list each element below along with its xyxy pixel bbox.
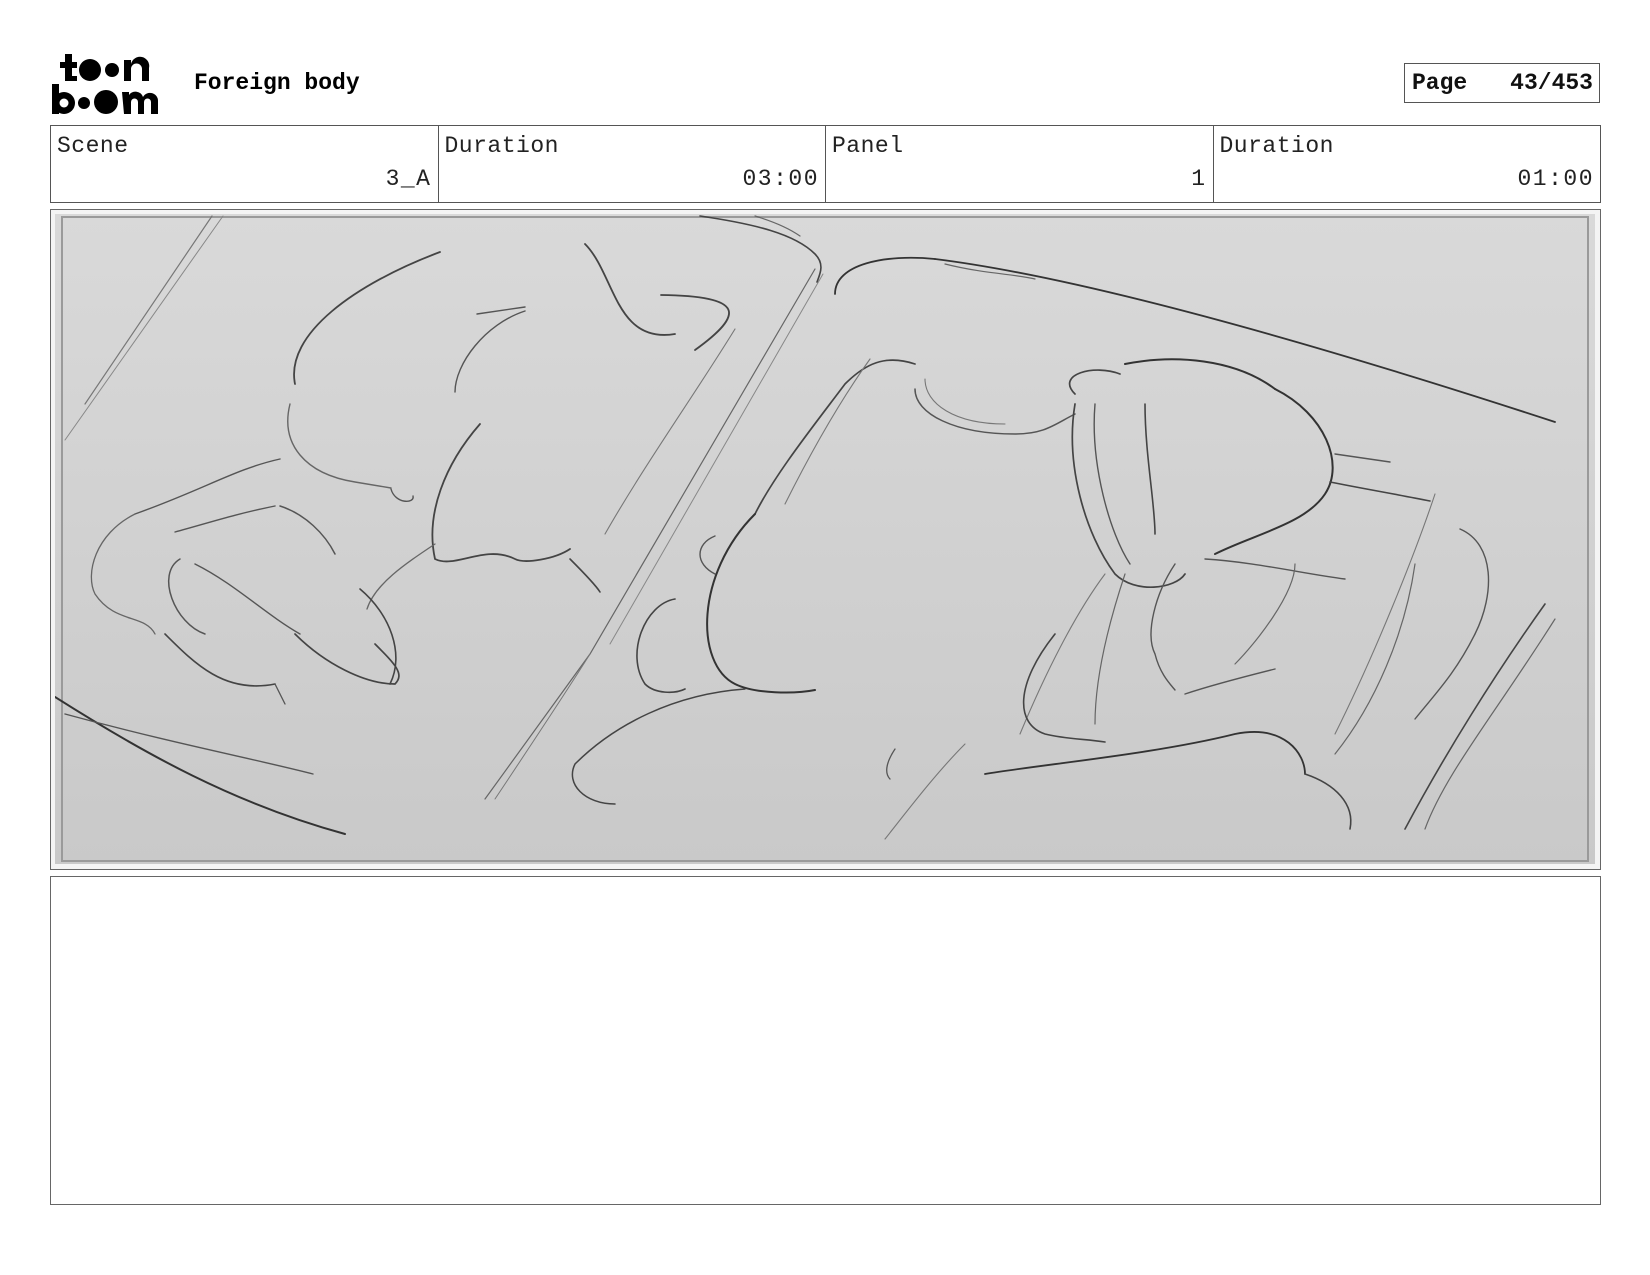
panel-notes-area (50, 876, 1601, 1205)
storyboard-panel (50, 209, 1601, 870)
project-title: Foreign body (194, 70, 360, 96)
scene-duration-cell: Duration 03:00 (439, 126, 826, 202)
panel-value: 1 (1191, 166, 1207, 192)
panel-duration-value: 01:00 (1517, 166, 1594, 192)
scene-info-row: Scene 3_A Duration 03:00 Panel 1 Duratio… (50, 125, 1601, 203)
panel-duration-label: Duration (1219, 133, 1334, 159)
scene-cell: Scene 3_A (51, 126, 439, 202)
panel-label: Panel (832, 133, 904, 159)
scene-label: Scene (57, 133, 129, 159)
toon-boom-logo (52, 54, 159, 114)
scene-duration-value: 03:00 (742, 166, 819, 192)
storyboard-sketch (55, 214, 1595, 864)
scene-duration-label: Duration (444, 133, 559, 159)
page-indicator: Page 43/453 (1404, 63, 1600, 103)
panel-cell: Panel 1 (826, 126, 1214, 202)
page-number: 43/453 (1510, 70, 1593, 96)
page-label: Page (1412, 70, 1468, 96)
panel-duration-cell: Duration 01:00 (1214, 126, 1601, 202)
scene-value: 3_A (385, 166, 432, 192)
